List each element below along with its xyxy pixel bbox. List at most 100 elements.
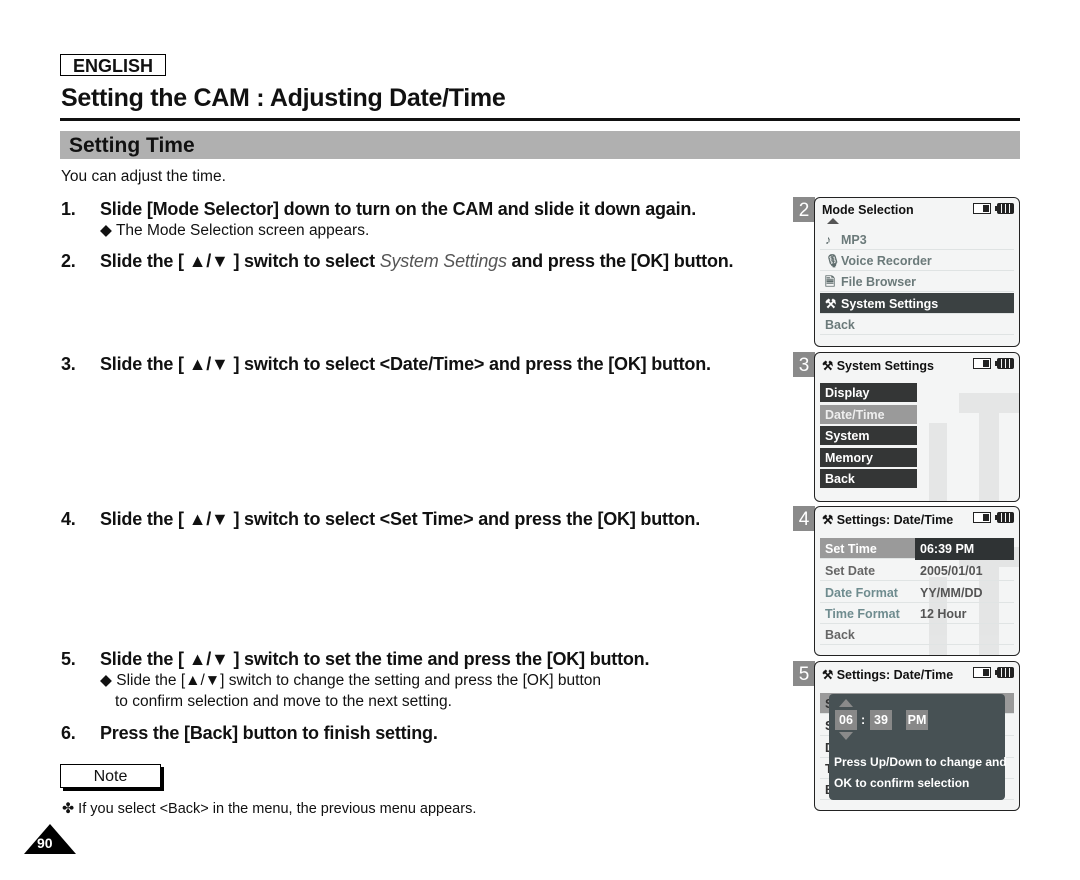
screenshot-badge: 3 xyxy=(793,352,815,377)
screen-title: ⚒ System Settings xyxy=(822,358,934,373)
screen-title-text: Settings: Date/Time xyxy=(836,668,954,682)
step-text: Slide [Mode Selector] down to turn on th… xyxy=(100,199,697,219)
setting-label: Date Format xyxy=(825,586,898,600)
time-picker-popup: 06 : 39 PM Press Up/Down to change and O… xyxy=(829,694,1007,800)
step-emphasis: System Settings xyxy=(379,251,507,271)
screenshot-mode-selection: 2 Mode Selection ♪ MP3 🎙Voice Recorder 🗎 F… xyxy=(793,197,1021,348)
screenshot-set-time: 5 ⚒ Settings: Date/Time S S D T B 06 : 3… xyxy=(793,661,1021,812)
step-6: 6. Press the [Back] button to finish sett… xyxy=(61,723,438,744)
step-text: Slide the [ ▲/▼ ] switch to set the time… xyxy=(100,649,650,669)
screenshot-badge: 5 xyxy=(793,661,815,686)
note-text: ✤ If you select <Back> in the menu, the … xyxy=(62,801,477,817)
file-icon: 🗎 xyxy=(825,275,836,289)
step-text-post: and press the [OK] button. xyxy=(506,251,734,271)
menu-item-label: System Settings xyxy=(841,297,939,311)
instruction-line: OK to confirm selection xyxy=(834,776,970,790)
menu-item-label: Back xyxy=(825,318,855,332)
memory-icon xyxy=(973,358,991,369)
menu-item-label: MP3 xyxy=(841,233,867,247)
setting-label: Set Time xyxy=(825,542,877,556)
setting-date-format[interactable]: Date Format YY/MM/DD xyxy=(820,582,1014,603)
setting-value: YY/MM/DD xyxy=(920,586,983,600)
step-text-pre: Slide the [ ▲/▼ ] switch to select xyxy=(100,251,380,271)
language-label: ENGLISH xyxy=(60,54,166,76)
tools-icon: ⚒ xyxy=(822,513,837,527)
device-screen: Mode Selection ♪ MP3 🎙Voice Recorder 🗎 Fil… xyxy=(814,197,1020,347)
setting-value: 06:39 PM xyxy=(915,538,1014,560)
step-number: 1. xyxy=(61,199,76,219)
battery-icon xyxy=(995,512,1014,523)
setting-set-date[interactable]: Set Date 2005/01/01 xyxy=(820,560,1014,581)
tools-watermark-icon xyxy=(929,393,1019,501)
menu-item-date-time[interactable]: Date/Time xyxy=(820,405,917,424)
screenshot-badge: 2 xyxy=(793,197,815,222)
note-label: Note xyxy=(60,764,161,788)
setting-label: Back xyxy=(825,628,855,642)
setting-time-format[interactable]: Time Format 12 Hour xyxy=(820,603,1014,624)
page-number-badge: 90 xyxy=(24,824,76,854)
menu-item-system-settings[interactable]: ⚒ System Settings xyxy=(820,293,1014,314)
menu-item-label: File Browser xyxy=(841,275,917,289)
menu-item-memory[interactable]: Memory xyxy=(820,448,917,467)
step-5-note: ◆ Slide the [▲/▼] switch to change the s… xyxy=(100,672,601,689)
step-text: Slide the [ ▲/▼ ] switch to select <Set … xyxy=(100,509,700,529)
scroll-up-icon[interactable] xyxy=(827,218,839,224)
step-number: 6. xyxy=(61,723,76,743)
setting-value: 12 Hour xyxy=(920,607,967,621)
step-1-note: ◆ The Mode Selection screen appears. xyxy=(100,222,370,239)
page-number: 90 xyxy=(37,835,53,851)
menu-item-voice-recorder[interactable]: 🎙Voice Recorder xyxy=(820,250,1014,271)
menu-item-display[interactable]: Display xyxy=(820,383,917,402)
section-heading: Setting Time xyxy=(60,131,1020,159)
minute-field[interactable]: 39 xyxy=(870,710,892,730)
tools-icon: ⚒ xyxy=(825,297,837,311)
setting-label: Time Format xyxy=(825,607,900,621)
step-1: 1. Slide [Mode Selector] down to turn on … xyxy=(61,199,696,220)
menu-item-system[interactable]: System xyxy=(820,426,917,445)
step-number: 3. xyxy=(61,354,76,374)
setting-back[interactable]: Back xyxy=(820,624,1014,645)
ampm-field[interactable]: PM xyxy=(906,710,928,730)
hour-field[interactable]: 06 xyxy=(835,710,857,730)
instruction-line: Press Up/Down to change and xyxy=(834,755,1007,769)
music-note-icon: ♪ xyxy=(825,233,832,247)
decrease-arrow-icon[interactable] xyxy=(839,732,853,740)
battery-icon xyxy=(995,203,1014,214)
setting-set-time[interactable]: Set Time 06:39 PM xyxy=(820,538,1014,560)
setting-label: Set Date xyxy=(825,564,876,578)
intro-text: You can adjust the time. xyxy=(61,168,226,185)
step-number: 4. xyxy=(61,509,76,529)
step-text: Press the [Back] button to finish settin… xyxy=(100,723,438,743)
device-screen: ⚒ Settings: Date/Time Set Time 06:39 PM S… xyxy=(814,506,1020,656)
microphone-icon: 🎙 xyxy=(825,254,841,268)
screenshot-badge: 4 xyxy=(793,506,815,531)
memory-icon xyxy=(973,203,991,214)
step-5-note-cont: to confirm selection and move to the nex… xyxy=(115,693,452,710)
status-icons xyxy=(973,667,1014,678)
device-screen: ⚒ System Settings Display Date/Time Syst… xyxy=(814,352,1020,502)
screen-title-text: Settings: Date/Time xyxy=(836,513,954,527)
screen-title: Mode Selection xyxy=(822,203,914,217)
increase-arrow-icon[interactable] xyxy=(839,699,853,707)
battery-icon xyxy=(995,358,1014,369)
tools-icon: ⚒ xyxy=(822,359,837,373)
menu-item-back[interactable]: Back xyxy=(820,314,1014,335)
screen-title: ⚒ Settings: Date/Time xyxy=(822,667,953,682)
status-icons xyxy=(973,358,1014,369)
memory-icon xyxy=(973,512,991,523)
screen-title: ⚒ Settings: Date/Time xyxy=(822,512,953,527)
screenshot-system-settings: 3 ⚒ System Settings Display Date/Time Sy… xyxy=(793,352,1021,503)
menu-item-file-browser[interactable]: 🗎 File Browser xyxy=(820,271,1014,292)
step-3: 3. Slide the [ ▲/▼ ] switch to select <Da… xyxy=(61,354,711,375)
step-5: 5. Slide the [ ▲/▼ ] switch to set the ti… xyxy=(61,649,649,670)
step-number: 2. xyxy=(61,251,76,271)
tools-icon: ⚒ xyxy=(822,668,837,682)
step-2: 2. Slide the [ ▲/▼ ] switch to select Sys… xyxy=(61,251,734,272)
title-divider xyxy=(60,118,1020,121)
step-text: Slide the [ ▲/▼ ] switch to select <Date… xyxy=(100,354,711,374)
menu-item-mp3[interactable]: ♪ MP3 xyxy=(820,229,1014,250)
menu-item-back[interactable]: Back xyxy=(820,469,917,488)
menu-item-label: Voice Recorder xyxy=(841,254,932,268)
screenshot-date-time-settings: 4 ⚒ Settings: Date/Time Set Time 06:39 PM… xyxy=(793,506,1021,657)
screen-title-text: System Settings xyxy=(836,359,934,373)
